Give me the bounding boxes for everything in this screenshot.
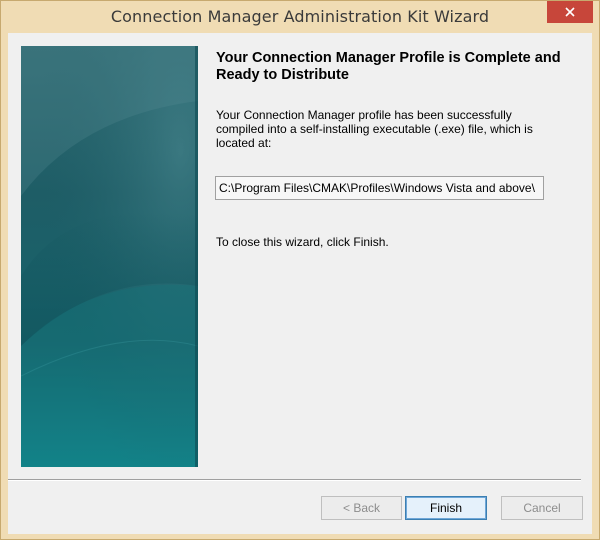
description-text: Your Connection Manager profile has been… bbox=[216, 108, 533, 150]
wizard-client-area: Your Connection Manager Profile is Compl… bbox=[8, 33, 592, 534]
close-icon bbox=[565, 7, 575, 17]
back-button[interactable]: < Back bbox=[321, 496, 402, 520]
title-bar[interactable]: Connection Manager Administration Kit Wi… bbox=[1, 1, 599, 33]
wizard-banner-image bbox=[21, 46, 198, 467]
window-title: Connection Manager Administration Kit Wi… bbox=[110, 7, 490, 26]
instruction-text: To close this wizard, click Finish. bbox=[216, 235, 389, 249]
button-separator bbox=[8, 479, 581, 481]
finish-button[interactable]: Finish bbox=[405, 496, 487, 520]
profile-path-field[interactable]: C:\Program Files\CMAK\Profiles\Windows V… bbox=[215, 176, 544, 200]
page-title: Your Connection Manager Profile is Compl… bbox=[216, 50, 561, 83]
close-button[interactable] bbox=[547, 1, 593, 23]
wizard-window: Connection Manager Administration Kit Wi… bbox=[0, 0, 600, 540]
cancel-button[interactable]: Cancel bbox=[501, 496, 583, 520]
